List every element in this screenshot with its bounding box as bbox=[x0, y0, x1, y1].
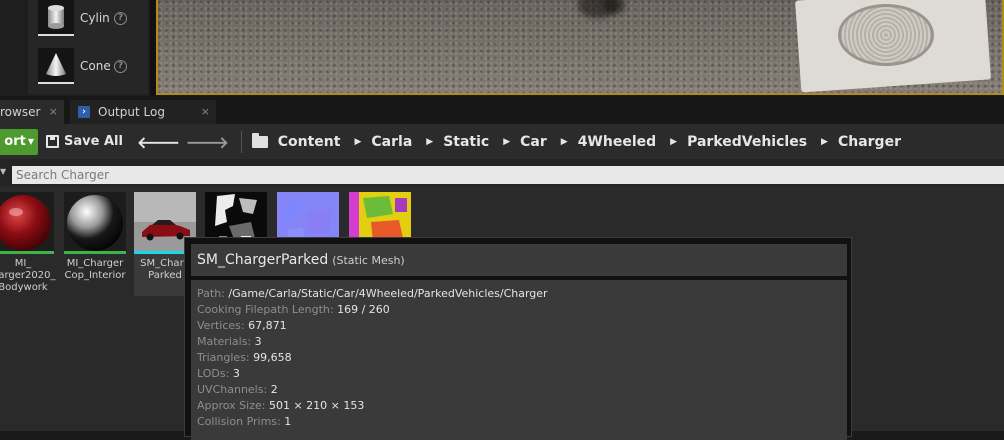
place-item-cylinder[interactable]: Cylin ? bbox=[28, 0, 148, 40]
asset-label: MI_ harger2020_ Bodywork bbox=[0, 258, 56, 293]
asset-tile[interactable]: MI_ harger2020_ Bodywork bbox=[0, 192, 56, 294]
back-arrow-icon[interactable]: 🡐 bbox=[137, 132, 180, 152]
close-icon[interactable]: × bbox=[49, 105, 58, 118]
place-item-label: Cone bbox=[80, 59, 110, 73]
tooltip-key: Triangles: bbox=[197, 351, 250, 364]
chevron-right-icon[interactable]: ▶ bbox=[426, 137, 433, 147]
import-label: ort bbox=[4, 134, 26, 149]
forward-arrow-icon[interactable]: 🡒 bbox=[186, 132, 229, 152]
place-item-label: Cylin bbox=[80, 11, 110, 25]
tooltip-row-uvchannels: UVChannels: 2 bbox=[197, 382, 847, 398]
tooltip-key: UVChannels: bbox=[197, 383, 268, 396]
breadcrumb-charger[interactable]: Charger bbox=[838, 134, 901, 150]
tooltip-row-materials: Materials: 3 bbox=[197, 334, 847, 350]
tooltip-row-cooking-filepath: Cooking Filepath Length: 169 / 260 bbox=[197, 302, 847, 318]
tab-label: Output Log bbox=[98, 105, 165, 119]
tooltip-header: SM_ChargerParked (Static Mesh) bbox=[191, 244, 847, 276]
tooltip-key: Collision Prims: bbox=[197, 415, 281, 428]
level-viewport[interactable] bbox=[156, 0, 1004, 95]
breadcrumb-parkedvehicles[interactable]: ParkedVehicles bbox=[687, 134, 807, 150]
tab-bar: rowser × › Output Log × bbox=[0, 96, 1004, 124]
tooltip-value: 3 bbox=[232, 367, 240, 380]
tooltip-body: Path: /Game/Carla/Static/Car/4Wheeled/Pa… bbox=[191, 280, 847, 440]
cone-icon bbox=[38, 48, 74, 84]
breadcrumb-car[interactable]: Car bbox=[520, 134, 547, 150]
tooltip-key: Vertices: bbox=[197, 319, 245, 332]
help-icon[interactable]: ? bbox=[114, 59, 127, 73]
tooltip-value: 1 bbox=[284, 415, 292, 428]
tab-content-browser[interactable]: rowser × bbox=[0, 100, 64, 124]
tooltip-key: LODs: bbox=[197, 367, 230, 380]
search-input[interactable] bbox=[12, 166, 1004, 184]
folder-icon[interactable] bbox=[251, 132, 268, 148]
breadcrumb-content[interactable]: Content bbox=[278, 134, 341, 150]
save-all-label: Save All bbox=[64, 134, 123, 149]
tooltip-row-vertices: Vertices: 67,871 bbox=[197, 318, 847, 334]
tooltip-row-triangles: Triangles: 99,658 bbox=[197, 350, 847, 366]
tooltip-value: /Game/Carla/Static/Car/4Wheeled/ParkedVe… bbox=[228, 287, 548, 300]
chevron-right-icon[interactable]: ▶ bbox=[670, 137, 677, 147]
manhole-cover bbox=[838, 4, 934, 66]
output-log-icon: › bbox=[78, 106, 90, 118]
material-type-bar bbox=[64, 251, 126, 254]
import-button[interactable]: ort ▼ bbox=[0, 128, 38, 155]
place-actors-list: Cylin ? Cone ? bbox=[28, 0, 148, 94]
cylinder-icon bbox=[38, 0, 74, 36]
red-sphere-thumbnail bbox=[0, 192, 54, 254]
caret-down-icon[interactable]: ▼ bbox=[0, 167, 6, 176]
tooltip-value: 169 / 260 bbox=[337, 303, 390, 316]
toolbar-divider bbox=[240, 130, 242, 153]
tooltip-key: Approx Size: bbox=[197, 399, 266, 412]
breadcrumb-4wheeled[interactable]: 4Wheeled bbox=[578, 134, 656, 150]
save-icon bbox=[46, 135, 59, 148]
caret-down-icon: ▼ bbox=[27, 137, 34, 146]
ground-shadow bbox=[603, 0, 625, 14]
tooltip-row-approx-size: Approx Size: 501 × 210 × 153 bbox=[197, 398, 847, 414]
place-item-cone[interactable]: Cone ? bbox=[28, 44, 148, 88]
tooltip-value: 2 bbox=[270, 383, 278, 396]
content-browser-toolbar: ort ▼ Save All 🡐 🡒 Content ▶ Carla ▶ Sta… bbox=[0, 124, 1004, 159]
tooltip-key: Cooking Filepath Length: bbox=[197, 303, 334, 316]
tooltip-value: 3 bbox=[254, 335, 262, 348]
tooltip-row-lods: LODs: 3 bbox=[197, 366, 847, 382]
material-type-bar bbox=[0, 251, 54, 254]
close-icon[interactable]: × bbox=[201, 105, 210, 118]
save-all-button[interactable]: Save All bbox=[46, 134, 123, 149]
tab-label: rowser bbox=[0, 105, 41, 119]
asset-label: MI_Charger Cop_Interior bbox=[64, 258, 126, 281]
chevron-right-icon[interactable]: ▶ bbox=[561, 137, 568, 147]
tooltip-key: Path: bbox=[197, 287, 225, 300]
tooltip-row-collision-prims: Collision Prims: 1 bbox=[197, 414, 847, 430]
help-icon[interactable]: ? bbox=[114, 11, 127, 25]
chevron-right-icon[interactable]: ▶ bbox=[354, 137, 361, 147]
chevron-right-icon[interactable]: ▶ bbox=[503, 137, 510, 147]
asset-tile[interactable]: MI_Charger Cop_Interior bbox=[64, 192, 126, 282]
tooltip-asset-type: (Static Mesh) bbox=[332, 253, 405, 267]
breadcrumb-carla[interactable]: Carla bbox=[371, 134, 412, 150]
tooltip-asset-name: SM_ChargerParked bbox=[197, 252, 329, 268]
tab-output-log[interactable]: › Output Log × bbox=[70, 100, 216, 124]
tooltip-value: 67,871 bbox=[248, 319, 287, 332]
breadcrumb-static[interactable]: Static bbox=[443, 134, 489, 150]
tooltip-key: Materials: bbox=[197, 335, 252, 348]
tooltip-value: 501 × 210 × 153 bbox=[268, 399, 365, 412]
tooltip-row-path: Path: /Game/Carla/Static/Car/4Wheeled/Pa… bbox=[197, 286, 847, 302]
place-actors-panel: Cylin ? Cone ? bbox=[0, 0, 150, 96]
asset-tooltip: SM_ChargerParked (Static Mesh) Path: /Ga… bbox=[184, 237, 852, 440]
chevron-right-icon[interactable]: ▶ bbox=[821, 137, 828, 147]
tooltip-value: 99,658 bbox=[253, 351, 292, 364]
black-white-sphere-thumbnail bbox=[64, 192, 126, 254]
search-row: ▼ bbox=[0, 159, 1004, 186]
